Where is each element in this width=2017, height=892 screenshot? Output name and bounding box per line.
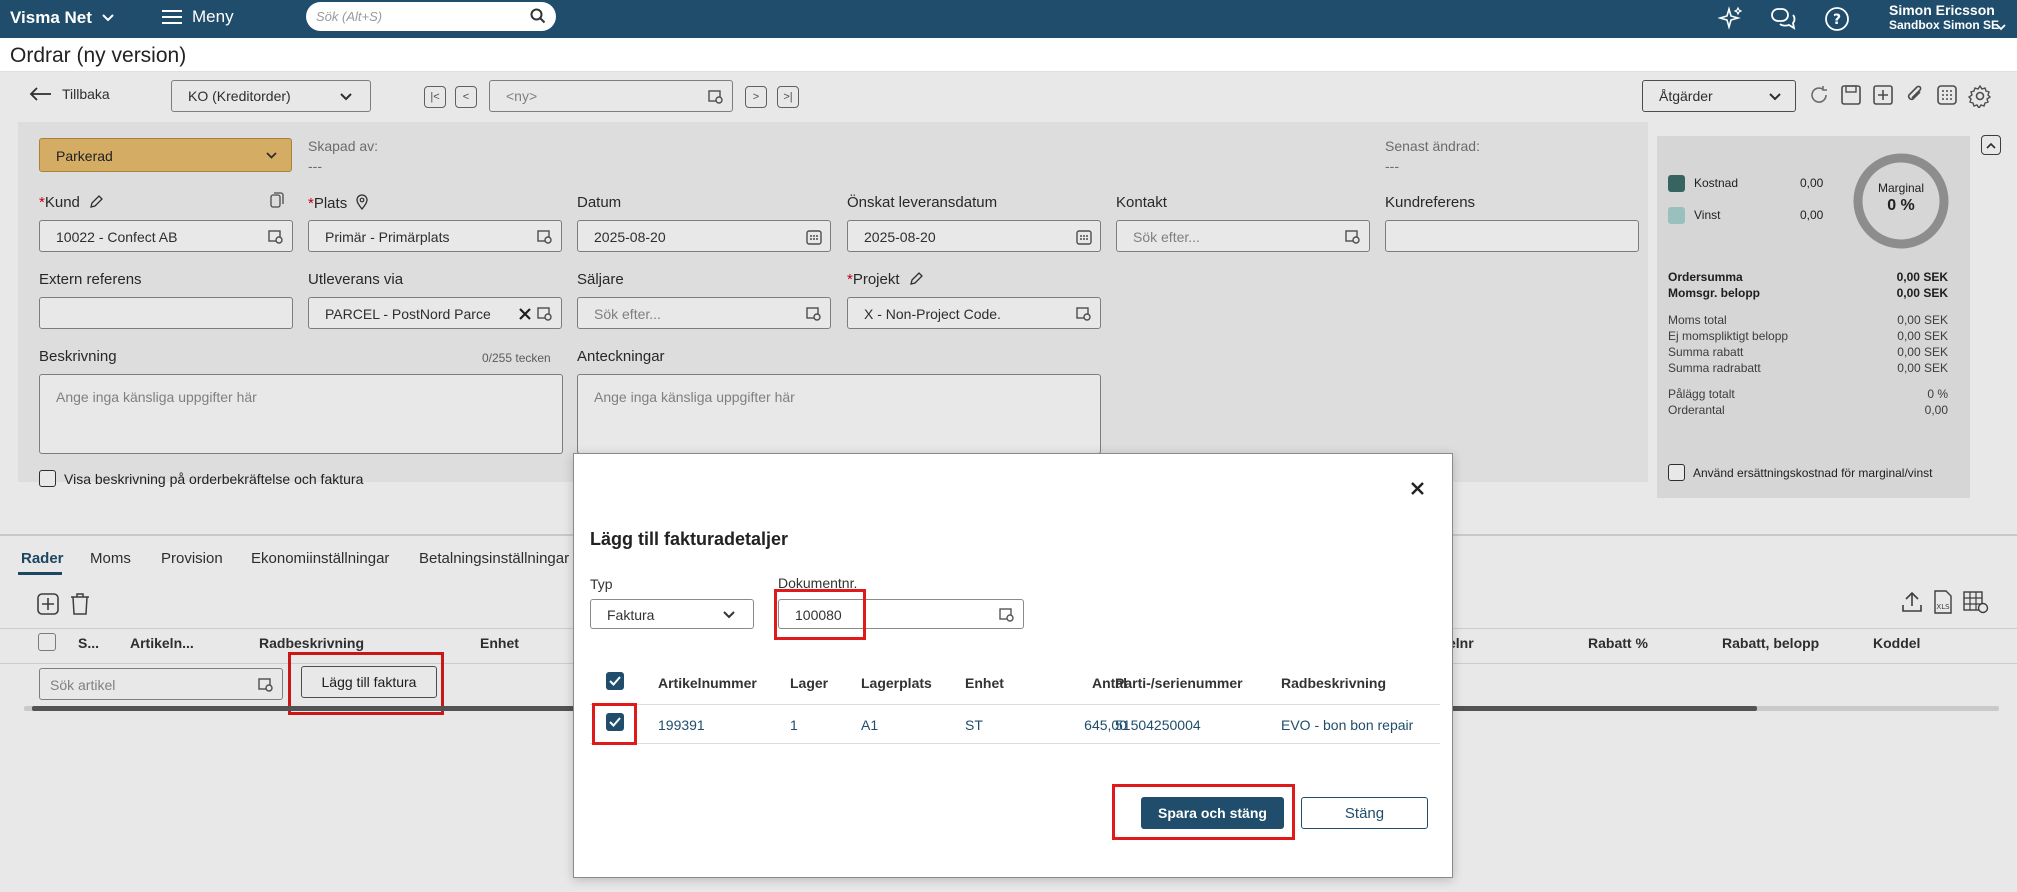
modal-table-row[interactable]: 199391 1 A1 ST 645,00 51504250004 EVO - …	[590, 705, 1440, 743]
menu-button[interactable]: Meny	[162, 7, 234, 27]
mcol-radbeskrivning: Radbeskrivning	[1281, 675, 1387, 691]
brand-name: Visma Net	[10, 8, 92, 27]
highlight-row-checkbox	[592, 703, 637, 745]
sparkle-icon[interactable]	[1718, 6, 1744, 32]
cell-lager: 1	[790, 717, 798, 733]
mcol-artikelnummer: Artikelnummer	[658, 675, 757, 691]
mcol-enhet: Enhet	[965, 675, 1004, 691]
cell-lagerplats: A1	[861, 717, 879, 733]
help-icon[interactable]: ?	[1824, 6, 1850, 32]
chevron-down-icon	[102, 14, 114, 22]
user-chevron-icon	[1996, 24, 2006, 31]
global-search-input[interactable]: Sök (Alt+S)	[306, 2, 556, 31]
mcol-parti: Parti-/serienummer	[1115, 675, 1243, 691]
top-bar: Visma Net Meny Sök (Alt+S) ? Simon Erics…	[0, 0, 2017, 38]
user-menu[interactable]: Simon Ericsson Sandbox Simon SE	[1889, 2, 1999, 32]
cell-parti: 51504250004	[1115, 717, 1201, 733]
menu-label: Meny	[192, 7, 234, 26]
cell-enhet: ST	[965, 717, 983, 733]
search-icon	[530, 8, 546, 24]
save-label: Spara och stäng	[1158, 805, 1267, 821]
mcol-lager: Lager	[790, 675, 829, 691]
close-icon	[1411, 482, 1424, 495]
chevron-down-icon	[723, 611, 735, 619]
svg-text:?: ?	[1833, 12, 1841, 28]
save-and-close-button[interactable]: Spara och stäng	[1141, 797, 1284, 829]
typ-label: Typ	[590, 576, 613, 592]
title-bar: Ordrar (ny version)	[0, 38, 2017, 72]
search-placeholder: Sök (Alt+S)	[316, 9, 383, 24]
company-switcher[interactable]: Visma Net	[10, 8, 114, 28]
highlight-doknr	[774, 589, 866, 640]
dialog-title: Lägg till fakturadetaljer	[590, 529, 789, 549]
close-button[interactable]: Stäng	[1301, 797, 1428, 829]
modal-table-row-line	[590, 743, 1440, 744]
mcol-lagerplats: Lagerplats	[861, 675, 932, 691]
add-invoice-details-dialog: Lägg till fakturadetaljer Typ Dokumentnr…	[573, 453, 1453, 878]
user-name: Simon Ericsson	[1888, 2, 1995, 18]
close-label: Stäng	[1344, 804, 1385, 822]
typ-select[interactable]: Faktura	[590, 599, 754, 629]
cell-artikelnummer: 199391	[658, 717, 705, 733]
page-title: Ordrar (ny version)	[10, 44, 187, 67]
lookup-icon[interactable]	[999, 607, 1015, 623]
hamburger-icon	[162, 10, 182, 24]
modal-select-all-checkbox[interactable]	[606, 672, 624, 690]
chat-icon[interactable]	[1770, 6, 1798, 32]
cell-radbeskrivning: EVO - bon bon repair	[1281, 717, 1414, 733]
close-dialog-button[interactable]	[1411, 478, 1424, 501]
user-company: Sandbox Simon SE	[1888, 18, 1999, 32]
checkmark-icon	[609, 676, 621, 686]
typ-value: Faktura	[607, 607, 655, 623]
